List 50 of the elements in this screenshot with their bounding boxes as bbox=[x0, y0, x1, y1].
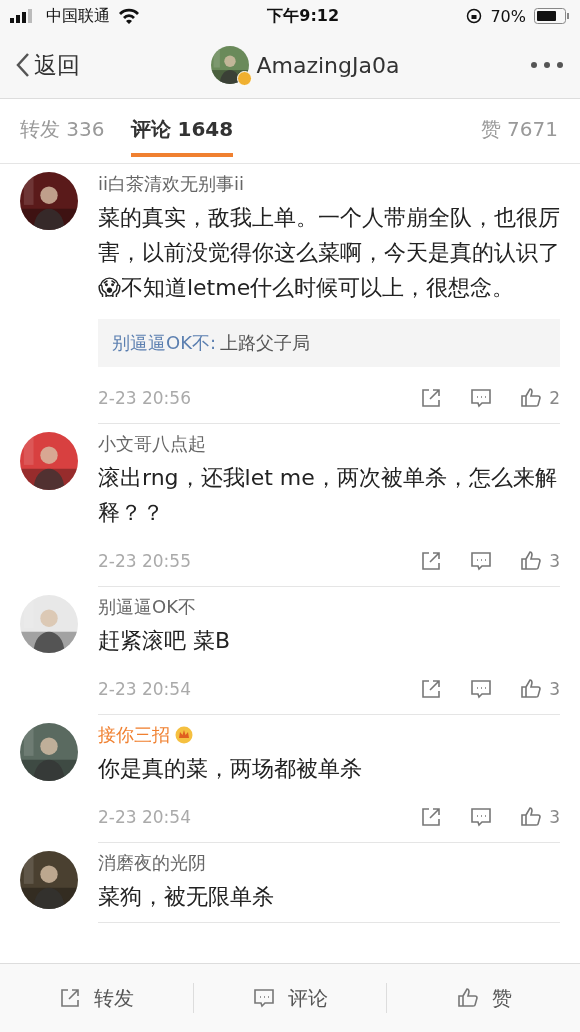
thumbs-up-icon bbox=[519, 805, 544, 829]
reply-button[interactable] bbox=[469, 677, 494, 701]
like-button[interactable]: 3 bbox=[519, 677, 560, 701]
commenter-name[interactable]: ii白茶清欢无别事ii bbox=[98, 172, 244, 196]
reply-button[interactable] bbox=[469, 549, 494, 573]
reply-button[interactable] bbox=[469, 805, 494, 829]
back-button[interactable]: 返回 bbox=[16, 49, 80, 81]
commenter-name[interactable]: 别逼逼OK不 bbox=[98, 595, 196, 619]
thumbs-up-icon bbox=[519, 677, 544, 701]
comment-time: 2-23 20:54 bbox=[98, 807, 192, 827]
comment-text: 菜的真实，敌我上单。一个人带崩全队，也很厉害，以前没觉得你这么菜啊，今天是真的认识了😱不知道letme什么时候可以上，很想念。 bbox=[98, 204, 560, 302]
tab[interactable]: 评论 1648 bbox=[130, 105, 234, 157]
comment-text: 菜狗，被无限单杀 bbox=[98, 883, 275, 911]
tab[interactable]: 赞 7671 bbox=[480, 105, 558, 157]
comment-icon bbox=[252, 986, 276, 1010]
crown-icon bbox=[174, 726, 194, 744]
battery-percent: 70% bbox=[490, 6, 526, 26]
comment-time: 2-23 20:55 bbox=[98, 551, 192, 571]
tab[interactable]: 转发 336 bbox=[20, 105, 105, 157]
like-button[interactable]: 3 bbox=[519, 805, 560, 829]
comment-icon bbox=[469, 386, 494, 410]
like-button[interactable]: 赞 bbox=[387, 964, 580, 1032]
comment-icon bbox=[469, 805, 494, 829]
status-time: 下午9:12 bbox=[267, 5, 340, 27]
share-button[interactable]: 转发 bbox=[0, 964, 193, 1032]
wifi-icon bbox=[118, 8, 140, 24]
comment-icon bbox=[469, 549, 494, 573]
chevron-left-icon bbox=[16, 52, 30, 78]
comment-text: 滚出rng，还我let me，两次被单杀，怎么来解释？？ bbox=[98, 464, 558, 527]
commenter-name[interactable]: 小文哥八点起 bbox=[98, 432, 206, 456]
commenter-name[interactable]: 消磨夜的光阴 bbox=[98, 851, 206, 875]
carrier-name: 中国联通 bbox=[46, 5, 110, 27]
reply-user[interactable]: 别逼逼OK不: bbox=[112, 331, 217, 355]
rotation-lock-icon bbox=[466, 8, 483, 24]
thumbs-up-icon bbox=[455, 986, 480, 1010]
user-name: AmazingJa0a bbox=[256, 52, 400, 78]
more-icon[interactable] bbox=[530, 61, 564, 69]
comment-button[interactable]: 评论 bbox=[193, 964, 387, 1032]
thumbs-up-icon bbox=[519, 386, 544, 410]
like-button[interactable]: 3 bbox=[519, 549, 560, 573]
like-button[interactable]: 2 bbox=[519, 386, 560, 410]
comment-icon bbox=[469, 677, 494, 701]
reply-button[interactable] bbox=[469, 386, 494, 410]
battery-icon bbox=[534, 8, 570, 24]
reply-text: 上路父子局 bbox=[220, 331, 311, 355]
comment-time: 2-23 20:54 bbox=[98, 679, 192, 699]
comment-text: 赶紧滚吧 菜B bbox=[98, 627, 232, 655]
comment-text: 你是真的菜，两场都被单杀 bbox=[98, 755, 363, 783]
thumbs-up-icon bbox=[519, 549, 544, 573]
comment-time: 2-23 20:56 bbox=[98, 388, 192, 408]
